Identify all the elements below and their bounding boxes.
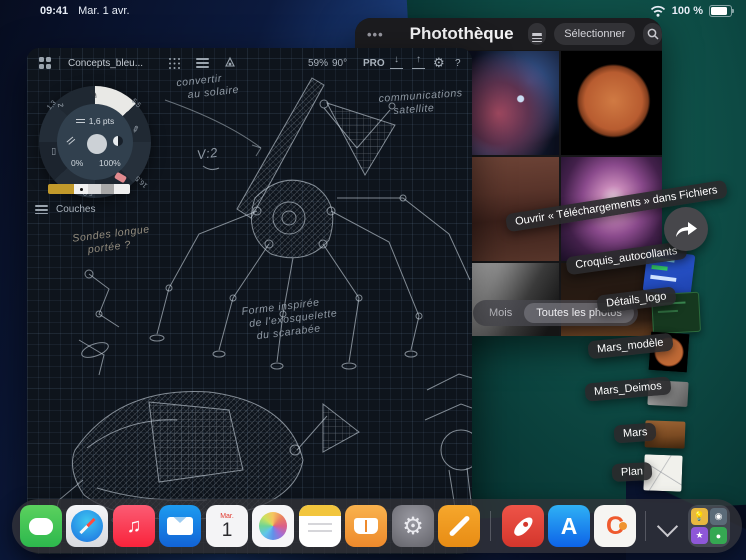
- notes-app-icon[interactable]: [299, 505, 341, 547]
- more-options-button[interactable]: •••: [367, 27, 384, 42]
- layers-panel-toggle[interactable]: Couches: [35, 203, 95, 217]
- pro-badge[interactable]: PRO: [363, 58, 385, 69]
- sticker-line: [650, 274, 677, 282]
- compass: [71, 510, 103, 542]
- layers-icon: [35, 203, 48, 217]
- photos-app-icon[interactable]: [252, 505, 294, 547]
- swatch-offwhite[interactable]: [114, 184, 130, 194]
- search-icon: [647, 28, 659, 40]
- sticker-line: [651, 264, 668, 271]
- c-glyph: C: [606, 512, 627, 541]
- share-drag-badge[interactable]: [664, 207, 708, 251]
- date: Mar. 1 avr.: [78, 5, 130, 17]
- photos-header[interactable]: ••• Photothèque Sélectionner: [355, 18, 662, 50]
- mini-app-yellow: 💡: [691, 508, 708, 525]
- list-icon: [531, 33, 542, 43]
- books-app-icon[interactable]: [345, 505, 387, 547]
- search-button[interactable]: [643, 23, 662, 45]
- swatch-lightgray[interactable]: [88, 184, 101, 194]
- color-preview[interactable]: [87, 134, 107, 154]
- battery-percent: 100 %: [671, 5, 703, 17]
- drag-file-label[interactable]: Plan: [611, 461, 653, 483]
- status-bar: 09:41 Mar. 1 avr. 100 %: [0, 3, 746, 21]
- settings-app-icon[interactable]: ⚙: [392, 505, 434, 547]
- mini-app-star: ★: [691, 527, 708, 544]
- app-library-icon[interactable]: 💡 ◉ ★ ●: [688, 505, 730, 547]
- flower: [259, 512, 287, 540]
- pen: [448, 515, 470, 537]
- chevron-down-icon[interactable]: [656, 515, 679, 538]
- export-icon[interactable]: ↑: [412, 54, 425, 69]
- select-button[interactable]: Sélectionner: [554, 23, 636, 45]
- calendar-day: 1: [221, 519, 233, 541]
- layers-menu-icon[interactable]: [196, 56, 210, 70]
- calendar-app-icon[interactable]: Mar. 1: [206, 505, 248, 547]
- tool-wheel-center[interactable]: 1,6 pts 0% 100%: [57, 104, 133, 180]
- stroke-size-value: 1,6 pts: [88, 116, 115, 126]
- ring-value: 16,5: [134, 174, 150, 189]
- photos-title: Photothèque: [409, 24, 514, 43]
- rocket: [510, 513, 536, 539]
- rocket-app-icon[interactable]: [502, 505, 544, 547]
- dock-divider: [490, 511, 491, 541]
- tool-wheel[interactable]: ✎ 1,3 5,5 16,5 6,9 ∿ ✎ ▭ 1,6 pts 0% 100%: [39, 86, 151, 198]
- selected-color-dot: [80, 187, 83, 191]
- speech-bubble: [29, 517, 53, 535]
- opacity-max: 100%: [99, 158, 121, 168]
- help-button[interactable]: ?: [455, 58, 461, 69]
- zoom-level[interactable]: 59%: [308, 58, 328, 69]
- envelope: [167, 517, 193, 535]
- color-palette-strip[interactable]: [48, 184, 130, 194]
- clock: 09:41: [40, 5, 69, 17]
- swatch-gray[interactable]: [101, 184, 114, 194]
- opacity-min: 0%: [71, 158, 84, 168]
- messages-app-icon[interactable]: [20, 505, 62, 547]
- book: [354, 518, 378, 534]
- music-app-icon[interactable]: ♫: [113, 505, 155, 547]
- settings-gear-icon[interactable]: ⚙: [433, 55, 445, 71]
- swatch-gold[interactable]: [48, 184, 74, 194]
- curiosity-app-icon[interactable]: C: [594, 505, 636, 547]
- divider: [59, 56, 60, 70]
- battery-icon: [709, 5, 734, 17]
- import-icon[interactable]: ↓: [390, 54, 403, 69]
- concepts-toolbar: Concepts_bleu... 59% 90° PRO ↓ ↑ ⚙ ?: [27, 48, 472, 78]
- rotation-value[interactable]: 90°: [332, 58, 347, 69]
- document-title[interactable]: Concepts_bleu...: [68, 58, 143, 69]
- stroke-size-icon: [75, 118, 85, 125]
- dock: ♫ Mar. 1 ⚙ A C 💡 ◉ ★ ●: [12, 499, 742, 553]
- pen-settings-icon[interactable]: [223, 56, 237, 70]
- share-arrow-icon: [676, 222, 697, 237]
- wifi-icon: [650, 5, 665, 17]
- segment-mois[interactable]: Mois: [477, 303, 524, 323]
- photo-thumb-horsehead-nebula[interactable]: [458, 51, 559, 155]
- airbrush-icon: [66, 135, 76, 145]
- opacity-icon: [113, 136, 123, 146]
- photo-thumb-mars-planet[interactable]: [561, 51, 662, 155]
- dock-divider: [645, 511, 646, 541]
- mini-app-camera: ◉: [710, 508, 727, 525]
- mini-app-green: ●: [710, 527, 727, 544]
- safari-app-icon[interactable]: [66, 505, 108, 547]
- note-line: [308, 523, 332, 525]
- annotation-version: V:2: [195, 144, 219, 163]
- gallery-icon[interactable]: [39, 57, 51, 69]
- note-line: [308, 530, 332, 532]
- notes-top: [299, 505, 341, 516]
- mail-app-icon[interactable]: [159, 505, 201, 547]
- sticker-line: [657, 309, 678, 313]
- concepts-window[interactable]: Concepts_bleu... 59% 90° PRO ↓ ↑ ⚙ ? ✎ 1…: [27, 48, 472, 554]
- ipad-screen: 09:41 Mar. 1 avr. 100 % ••• Photothèque …: [0, 0, 746, 560]
- precision-menu-icon[interactable]: [169, 57, 180, 69]
- drawing-app-icon[interactable]: [438, 505, 480, 547]
- layers-label: Couches: [56, 204, 96, 216]
- app-store-icon[interactable]: A: [548, 505, 590, 547]
- view-options-button[interactable]: [527, 23, 547, 45]
- drag-file-label[interactable]: Mars: [613, 422, 658, 444]
